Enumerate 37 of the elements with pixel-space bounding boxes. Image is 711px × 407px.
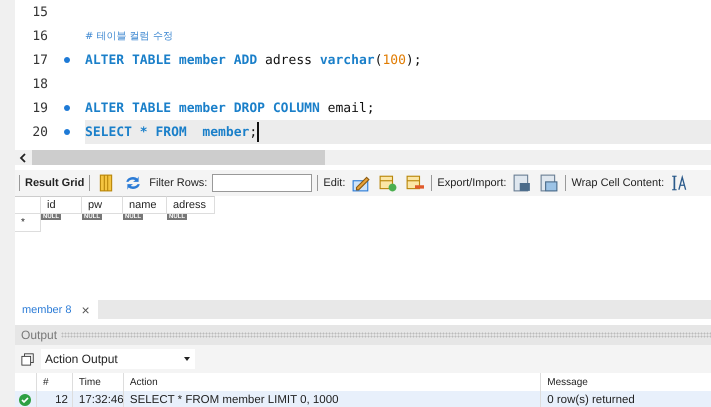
- scroll-left-icon[interactable]: [19, 152, 27, 162]
- close-icon[interactable]: ×: [82, 302, 90, 318]
- line-number: 16: [31, 28, 48, 44]
- copy-icon[interactable]: [21, 352, 35, 366]
- wrap-cell-content-label: Wrap Cell Content:: [571, 177, 664, 189]
- line-number: 17: [31, 52, 48, 68]
- result-grid-tab[interactable]: Result Grid: [25, 177, 84, 189]
- code-line: # 테이블 컬럼 수정: [85, 30, 174, 44]
- delete-row-icon[interactable]: [406, 174, 424, 192]
- dropdown-caret-icon[interactable]: [184, 357, 190, 361]
- filter-rows-field[interactable]: [212, 174, 312, 192]
- table-cell: SELECT * FROM member LIMIT 0, 1000: [124, 391, 542, 407]
- table-cell-text: 0 row(s) returned: [546, 393, 636, 407]
- line-number: 20: [31, 124, 48, 140]
- line-number: 18: [31, 76, 48, 92]
- line-number: 19: [31, 100, 48, 116]
- filter-rows-label: Filter Rows:: [149, 177, 208, 189]
- result-tab-label[interactable]: member 8: [22, 304, 72, 316]
- column-header[interactable]: adress: [167, 196, 215, 214]
- new-row-marker: *: [21, 217, 25, 228]
- edit-pencil-icon[interactable]: [352, 174, 370, 192]
- export-import-label: Export/Import:: [437, 177, 506, 189]
- column-header[interactable]: Message: [541, 373, 711, 391]
- import-folder-icon[interactable]: [540, 174, 558, 192]
- line-number: 15: [31, 4, 48, 20]
- refresh-icon[interactable]: [124, 174, 142, 192]
- table-cell: 12: [36, 391, 73, 407]
- output-type-dropdown[interactable]: Action Output: [41, 349, 195, 369]
- output-title: Output: [21, 328, 58, 342]
- add-row-icon[interactable]: [379, 174, 398, 192]
- code-line: ALTER TABLE member DROP COLUMN email;: [85, 100, 376, 118]
- edit-label: Edit:: [323, 177, 346, 189]
- scrollbar-thumb[interactable]: [32, 150, 325, 165]
- export-save-icon[interactable]: [513, 174, 532, 192]
- code-line: ALTER TABLE member ADD adress varchar(100);: [85, 52, 423, 70]
- result-tab[interactable]: member 8 ×: [15, 300, 98, 319]
- table-cell: 17:32:46: [72, 391, 124, 407]
